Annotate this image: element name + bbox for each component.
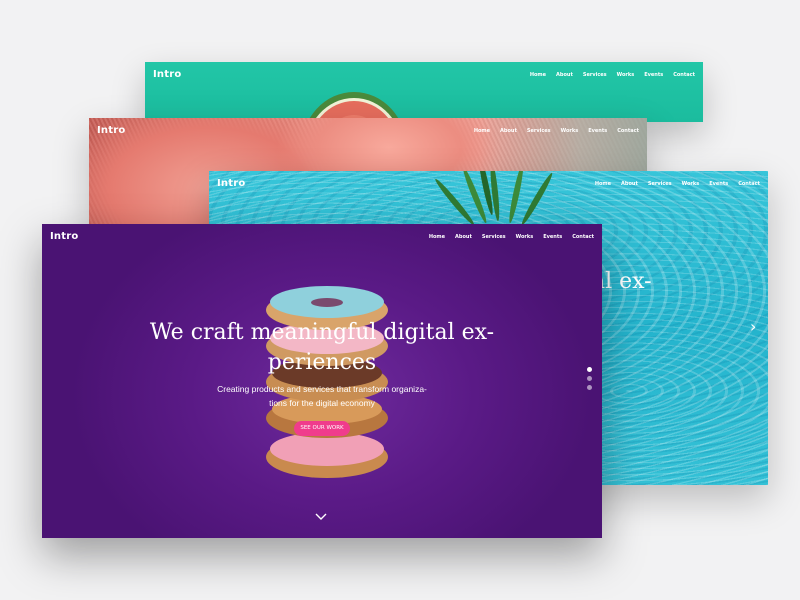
nav-menu: Home About Services Works Events Contact	[474, 128, 639, 134]
nav-about[interactable]: About	[556, 72, 573, 78]
navbar: Intro Home About Services Works Events C…	[89, 118, 647, 140]
slider-dot-3[interactable]	[587, 385, 592, 390]
nav-services[interactable]: Services	[527, 128, 551, 134]
nav-about[interactable]: About	[455, 234, 472, 240]
nav-works[interactable]: Works	[516, 234, 534, 240]
nav-services[interactable]: Services	[648, 181, 672, 187]
nav-services[interactable]: Services	[482, 234, 506, 240]
nav-about[interactable]: About	[621, 181, 638, 187]
navbar: Intro Home About Services Works Events C…	[145, 62, 703, 84]
nav-menu: Home About Services Works Events Contact	[530, 72, 695, 78]
nav-contact[interactable]: Contact	[738, 181, 760, 187]
logo[interactable]: Intro	[217, 178, 245, 189]
nav-contact[interactable]: Contact	[617, 128, 639, 134]
nav-contact[interactable]: Contact	[572, 234, 594, 240]
nav-home[interactable]: Home	[530, 72, 546, 78]
chevron-down-icon[interactable]	[314, 510, 328, 524]
nav-about[interactable]: About	[500, 128, 517, 134]
navbar: Intro Home About Services Works Events C…	[209, 171, 768, 193]
nav-events[interactable]: Events	[644, 72, 663, 78]
hero-headline-line2: periences	[267, 350, 377, 375]
nav-menu: Home About Services Works Events Contact	[429, 234, 594, 240]
hero-headline: We craft meaningful digital ex- perience…	[42, 318, 602, 378]
hero-subtitle-line2: tions for the digital economy	[269, 398, 375, 408]
chevron-right-icon[interactable]: ›	[750, 317, 756, 336]
slider-dot-2[interactable]	[587, 376, 592, 381]
navbar: Intro Home About Services Works Events C…	[42, 224, 602, 246]
nav-events[interactable]: Events	[588, 128, 607, 134]
nav-works[interactable]: Works	[682, 181, 700, 187]
nav-home[interactable]: Home	[474, 128, 490, 134]
nav-events[interactable]: Events	[709, 181, 728, 187]
logo[interactable]: Intro	[97, 125, 125, 136]
slider-dots	[587, 367, 592, 394]
logo[interactable]: Intro	[153, 69, 181, 80]
hero-headline-line1: We craft meaningful digital ex-	[149, 320, 495, 345]
nav-home[interactable]: Home	[429, 234, 445, 240]
hero-subtitle: Creating products and services that tran…	[42, 382, 602, 410]
nav-menu: Home About Services Works Events Contact	[595, 181, 760, 187]
nav-works[interactable]: Works	[617, 72, 635, 78]
demo-card-donuts: We craft meaningful digital ex- perience…	[42, 224, 602, 538]
logo[interactable]: Intro	[50, 231, 78, 242]
nav-works[interactable]: Works	[561, 128, 579, 134]
nav-contact[interactable]: Contact	[673, 72, 695, 78]
see-our-work-button[interactable]: SEE OUR WORK	[294, 421, 350, 436]
slider-dot-1[interactable]	[587, 367, 592, 372]
nav-events[interactable]: Events	[543, 234, 562, 240]
nav-home[interactable]: Home	[595, 181, 611, 187]
nav-services[interactable]: Services	[583, 72, 607, 78]
hero-subtitle-line1: Creating products and services that tran…	[217, 384, 427, 394]
demo-card-watermelon: Intro Home About Services Works Events C…	[145, 62, 703, 122]
